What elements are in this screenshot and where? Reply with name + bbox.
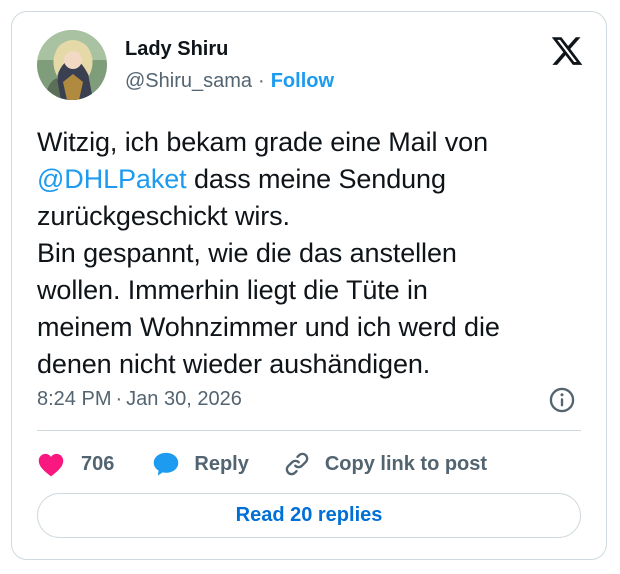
handle-row: @Shiru_sama · Follow [125,70,334,93]
like-count: 706 [81,452,115,475]
avatar-image [37,30,107,100]
tweet-line: Witzig, ich bekam grade eine Mail von [37,127,489,157]
copy-link-label: Copy link to post [324,452,488,475]
tweet-line: wollen. Immerhin liegt die Tüte in [37,275,428,305]
post-time: 8:24 PM [37,388,112,410]
like-button[interactable]: 706 [37,451,114,477]
separator-dot: · [115,388,123,410]
tweet-line: @DHLPaket dass meine Sendung [37,161,592,198]
tweet-line: Bin gespannt, wie die das anstellen [37,238,457,268]
author-handle[interactable]: @Shiru_sama [125,70,252,92]
tweet-line-text: dass meine Sendung [193,164,446,194]
reply-button[interactable]: Reply [152,451,249,477]
tweet-card: Lady Shiru @Shiru_sama · Follow Witzig, ic… [11,11,607,560]
author-name[interactable]: Lady Shiru [125,38,228,61]
follow-button[interactable]: Follow [271,70,334,92]
divider [37,430,581,431]
tweet-line: denen nicht wieder aushändigen. [37,349,431,379]
heart-icon [38,453,64,477]
info-icon[interactable] [548,386,576,414]
read-replies-label: Read 20 replies [235,504,383,526]
avatar[interactable] [37,30,107,100]
link-icon [285,452,309,476]
tweet-line: zurückgeschickt wirs. [37,201,290,231]
speech-bubble-icon [154,452,179,476]
separator-dot: · [258,70,265,92]
post-date: Jan 30, 2026 [126,388,242,410]
action-bar: 706 Reply Copy link to post [37,444,487,484]
copy-link-button[interactable]: Copy link to post [283,450,487,478]
tweet-text: Witzig, ich bekam grade eine Mail von @D… [37,124,592,383]
timestamp-link[interactable]: 8:24 PM · Jan 30, 2026 [37,388,242,411]
mention-link[interactable]: @DHLPaket [37,164,187,194]
x-logo-icon[interactable] [550,34,584,68]
read-replies-button[interactable]: Read 20 replies [37,493,581,538]
tweet-line: meinem Wohnzimmer und ich werd die [37,312,500,342]
reply-label: Reply [194,452,249,475]
